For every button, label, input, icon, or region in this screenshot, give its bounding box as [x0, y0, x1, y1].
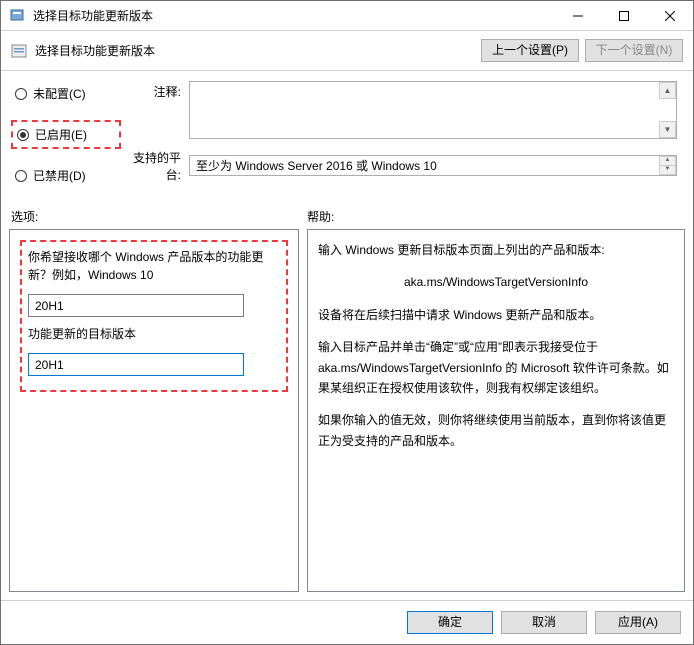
radio-icon: [15, 170, 27, 182]
comment-textarea[interactable]: ▲ ▼: [189, 81, 677, 139]
window-controls: [555, 1, 693, 31]
footer: 确定 取消 应用(A): [1, 600, 693, 644]
product-version-label: 你希望接收哪个 Windows 产品版本的功能更新？例如，Windows 10: [28, 248, 280, 284]
comment-label: 注释:: [121, 81, 181, 100]
help-text: 输入目标产品并单击“确定”或“应用”即表示我接受位于 aka.ms/Window…: [318, 337, 674, 398]
target-version-label: 功能更新的目标版本: [28, 325, 280, 343]
platform-label: 支持的平台:: [121, 147, 181, 183]
scroll-up-icon[interactable]: ▲: [659, 82, 676, 99]
maximize-button[interactable]: [601, 1, 647, 31]
highlighted-options: 你希望接收哪个 Windows 产品版本的功能更新？例如，Windows 10 …: [20, 240, 288, 392]
scroll-down-icon[interactable]: ▼: [659, 165, 676, 175]
window-title: 选择目标功能更新版本: [33, 7, 555, 24]
policy-icon: [11, 43, 27, 59]
dialog-window: 选择目标功能更新版本 选择目标功能更新版本 上一个设置(P) 下一个设置(N): [0, 0, 694, 645]
radio-disabled[interactable]: 已禁用(D): [11, 163, 121, 188]
help-label: 帮助:: [307, 208, 334, 225]
product-version-input[interactable]: [28, 294, 244, 317]
help-panel: 输入 Windows 更新目标版本页面上列出的产品和版本: aka.ms/Win…: [307, 229, 685, 592]
panels: 你希望接收哪个 Windows 产品版本的功能更新？例如，Windows 10 …: [1, 229, 693, 600]
help-text: 如果你输入的值无效，则你将继续使用当前版本，直到你将该值更正为受支持的产品和版本…: [318, 410, 674, 451]
radio-enabled[interactable]: 已启用(E): [11, 120, 121, 149]
help-text: 设备将在后续扫描中请求 Windows 更新产品和版本。: [318, 305, 674, 325]
header-title: 选择目标功能更新版本: [35, 42, 481, 59]
radio-label: 已禁用(D): [33, 167, 86, 184]
platform-value-box: 至少为 Windows Server 2016 或 Windows 10 ▲ ▼: [189, 155, 677, 176]
ok-button[interactable]: 确定: [407, 611, 493, 634]
radio-label: 未配置(C): [33, 85, 86, 102]
apply-button[interactable]: 应用(A): [595, 611, 681, 634]
prev-setting-button[interactable]: 上一个设置(P): [481, 39, 579, 62]
radio-not-configured[interactable]: 未配置(C): [11, 81, 121, 106]
help-text: 输入 Windows 更新目标版本页面上列出的产品和版本:: [318, 240, 674, 260]
options-label: 选项:: [11, 208, 307, 225]
radio-label: 已启用(E): [35, 126, 87, 143]
close-button[interactable]: [647, 1, 693, 31]
next-setting-button[interactable]: 下一个设置(N): [585, 39, 683, 62]
options-panel: 你希望接收哪个 Windows 产品版本的功能更新？例如，Windows 10 …: [9, 229, 299, 592]
minimize-button[interactable]: [555, 1, 601, 31]
radio-icon: [15, 88, 27, 100]
section-labels: 选项: 帮助:: [1, 198, 693, 229]
app-icon: [9, 8, 25, 24]
config-section: 未配置(C) 已启用(E) 已禁用(D) 注释: ▲ ▼ 支持的平台:: [1, 71, 693, 198]
target-version-input[interactable]: [28, 353, 244, 376]
platform-value: 至少为 Windows Server 2016 或 Windows 10: [196, 159, 437, 173]
cancel-button[interactable]: 取消: [501, 611, 587, 634]
titlebar: 选择目标功能更新版本: [1, 1, 693, 31]
help-link-text: aka.ms/WindowsTargetVersionInfo: [318, 272, 674, 292]
radio-icon: [17, 129, 29, 141]
scroll-down-icon[interactable]: ▼: [659, 121, 676, 138]
header: 选择目标功能更新版本 上一个设置(P) 下一个设置(N): [1, 31, 693, 71]
